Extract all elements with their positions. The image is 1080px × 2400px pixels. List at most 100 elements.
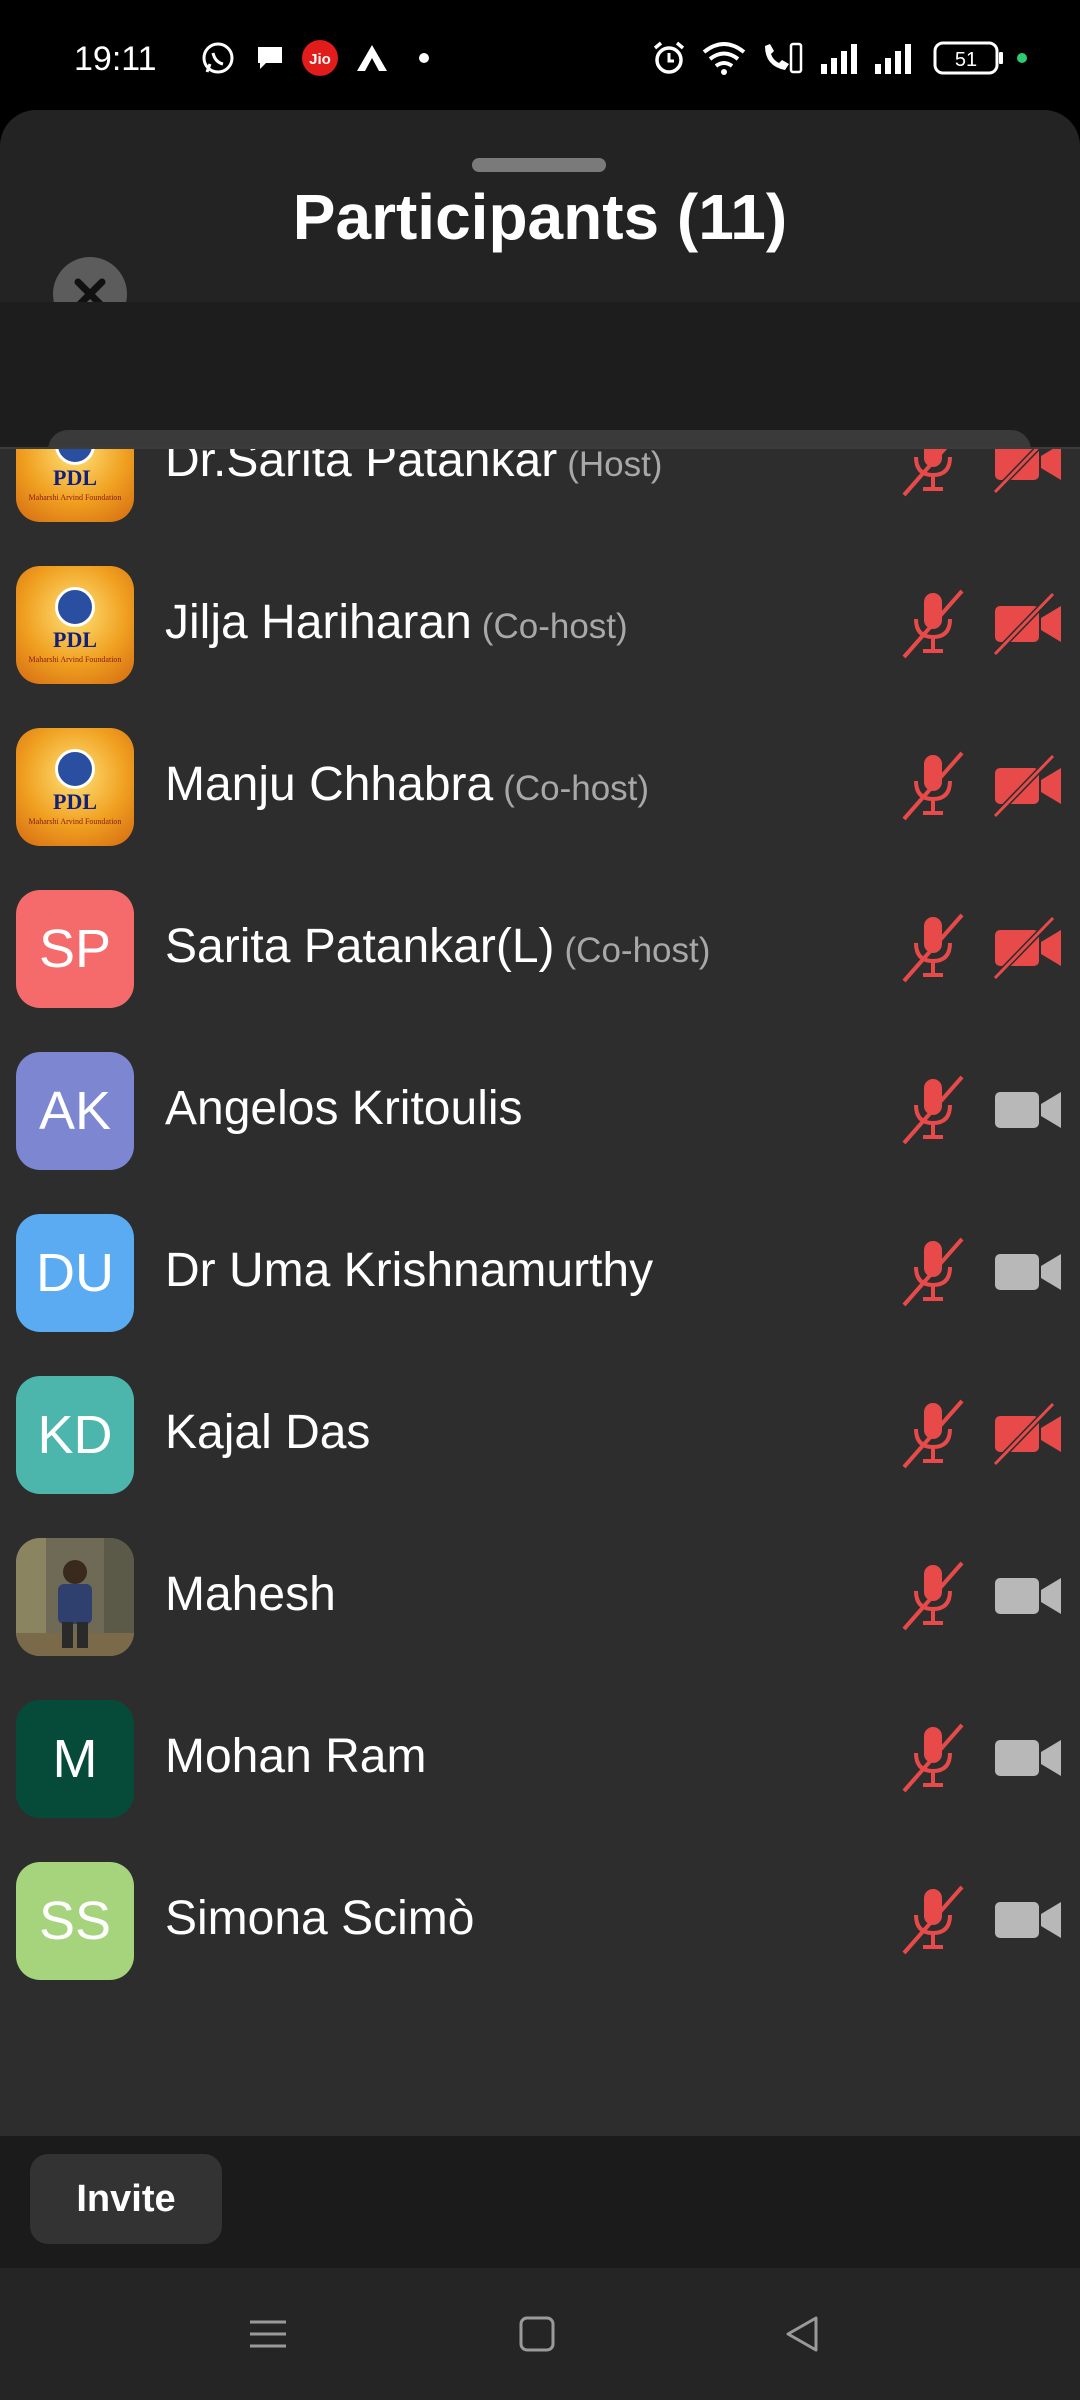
participant-row[interactable]: Mahesh [0, 1517, 1080, 1679]
avatar: SP [16, 890, 134, 1008]
participant-row[interactable]: KD Kajal Das [0, 1355, 1080, 1517]
camera-off-icon[interactable] [993, 754, 1063, 818]
dot-icon [1012, 38, 1032, 78]
avatar: DU [16, 1214, 134, 1332]
wifi-icon [700, 38, 748, 78]
participant-role: (Co-host) [503, 769, 650, 808]
avatar: M [16, 1700, 134, 1818]
logo-text: PDL [53, 626, 97, 652]
mic-muted-icon[interactable] [898, 447, 968, 503]
participant-name: Simona Scimò [165, 1892, 475, 1945]
drag-handle[interactable] [472, 158, 606, 172]
status-time: 19:11 [74, 40, 157, 78]
logo-subtext: Maharshi Arvind Foundation [28, 654, 122, 664]
participant-name: Kajal Das [165, 1406, 371, 1459]
jio-icon: Jio [300, 38, 340, 78]
foundation-logo: PDL Maharshi Arvind Foundation [16, 728, 134, 846]
chat-icon [250, 38, 290, 78]
mic-muted-icon[interactable] [898, 1233, 968, 1313]
mic-muted-icon[interactable] [898, 1071, 968, 1151]
battery-icon: 51 [932, 38, 1006, 78]
back-icon[interactable] [780, 2312, 824, 2356]
participant-name: Mahesh [165, 1568, 336, 1621]
volte-call-icon [758, 38, 804, 78]
page-title: Participants (11) [292, 181, 788, 253]
avatar-initials: SS [38, 1891, 112, 1951]
avatar-initials: DU [36, 1243, 114, 1303]
participant-name: Mohan Ram [165, 1730, 427, 1783]
avatar [16, 1538, 134, 1656]
jio-label: Jio [309, 51, 331, 68]
mic-muted-icon[interactable] [898, 1557, 968, 1637]
participant-row[interactable]: M Mohan Ram [0, 1679, 1080, 1841]
avatar-initials: KD [37, 1405, 113, 1465]
camera-icon[interactable] [993, 1564, 1063, 1628]
participant-name: Jilja Hariharan [165, 596, 472, 649]
participant-name: Angelos Kritoulis [165, 1082, 523, 1135]
home-icon[interactable] [515, 2312, 559, 2356]
mic-muted-icon[interactable] [898, 585, 968, 665]
participant-row[interactable]: PDL Maharshi Arvind Foundation Jilja Harih… [0, 545, 1080, 707]
system-nav-bar [0, 2268, 1080, 2400]
logo-subtext: Maharshi Arvind Foundation [28, 492, 122, 502]
signal-icon [818, 38, 862, 78]
foundation-logo: PDL Maharshi Arvind Foundation [16, 566, 134, 684]
mic-muted-icon[interactable] [898, 1395, 968, 1475]
battery-level: 51 [955, 49, 977, 71]
menu-icon[interactable] [246, 2312, 290, 2356]
participant-name-group: Simona Scimò [165, 1891, 474, 1946]
participant-row[interactable]: PDL Maharshi Arvind Foundation Dr.Sarita P… [0, 447, 1080, 545]
alarm-icon [648, 38, 690, 78]
participant-name: Dr.Sarita Patankar [165, 447, 558, 487]
camera-off-icon[interactable] [993, 916, 1063, 980]
app-icon [352, 38, 392, 78]
status-bar: 19:11 Jio 51 [0, 0, 1080, 110]
avatar-initials: SP [38, 919, 112, 979]
participant-name-group: Angelos Kritoulis [165, 1081, 523, 1136]
participant-name-group: Mohan Ram [165, 1729, 426, 1784]
mic-muted-icon[interactable] [898, 1881, 968, 1961]
dot-icon [412, 38, 436, 78]
mic-muted-icon[interactable] [898, 747, 968, 827]
participant-row[interactable]: SP Sarita Patankar(L) (Co-host) [0, 869, 1080, 1031]
participant-name-group: Jilja Hariharan (Co-host) [165, 595, 628, 650]
participants-footer: Invite [0, 2136, 1080, 2268]
camera-icon[interactable] [993, 1240, 1063, 1304]
camera-off-icon[interactable] [993, 447, 1063, 494]
camera-off-icon[interactable] [993, 1402, 1063, 1466]
participant-name-group: Dr.Sarita Patankar (Host) [165, 447, 663, 488]
invite-button[interactable]: Invite [30, 2154, 222, 2244]
participant-role: (Host) [567, 447, 663, 484]
participant-role: (Co-host) [481, 607, 628, 646]
participant-name-group: Manju Chhabra (Co-host) [165, 757, 649, 812]
logo-text: PDL [53, 788, 97, 814]
logo-subtext: Maharshi Arvind Foundation [28, 816, 122, 826]
photo-avatar [16, 1538, 134, 1656]
camera-icon[interactable] [993, 1078, 1063, 1142]
whatsapp-icon [198, 38, 238, 78]
avatar: PDL Maharshi Arvind Foundation [16, 566, 134, 684]
camera-icon[interactable] [993, 1888, 1063, 1952]
participant-name: Dr Uma Krishnamurthy [165, 1244, 654, 1297]
participant-row[interactable]: DU Dr Uma Krishnamurthy [0, 1193, 1080, 1355]
participant-list[interactable]: PDL Maharshi Arvind Foundation Dr.Sarita P… [0, 447, 1080, 2139]
avatar: KD [16, 1376, 134, 1494]
camera-icon[interactable] [993, 1726, 1063, 1790]
participant-name: Manju Chhabra [165, 758, 494, 811]
avatar: AK [16, 1052, 134, 1170]
signal-icon [872, 38, 916, 78]
participant-name-group: Mahesh [165, 1567, 336, 1622]
avatar-initials: AK [38, 1081, 112, 1141]
foundation-logo: PDL Maharshi Arvind Foundation [16, 449, 134, 522]
participant-row[interactable]: SS Simona Scimò [0, 1841, 1080, 2003]
avatar: PDL Maharshi Arvind Foundation [16, 449, 134, 522]
mic-muted-icon[interactable] [898, 1719, 968, 1799]
participant-role: (Co-host) [564, 931, 711, 970]
participant-row[interactable]: PDL Maharshi Arvind Foundation Manju Chhab… [0, 707, 1080, 869]
logo-text: PDL [53, 464, 97, 490]
participant-row[interactable]: AK Angelos Kritoulis [0, 1031, 1080, 1193]
participant-name-group: Dr Uma Krishnamurthy [165, 1243, 653, 1298]
camera-off-icon[interactable] [993, 592, 1063, 656]
participant-name-group: Sarita Patankar(L) (Co-host) [165, 919, 710, 974]
mic-muted-icon[interactable] [898, 909, 968, 989]
